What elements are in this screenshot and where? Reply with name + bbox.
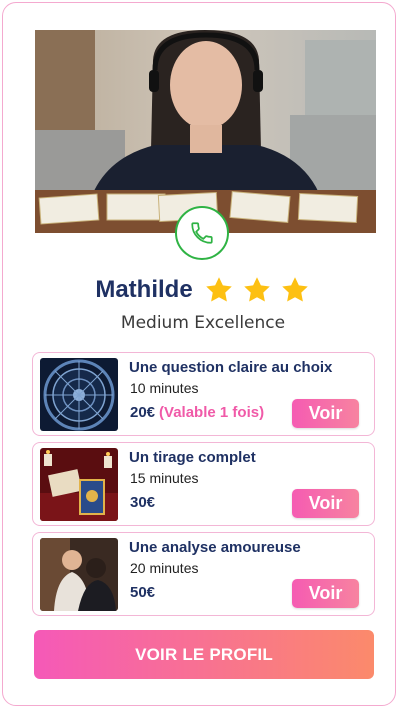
offer-price-line: 50€ <box>130 584 155 601</box>
offer-duration: 15 minutes <box>130 470 199 486</box>
offer-card: Une analyse amoureuse 20 minutes 50€ Voi… <box>32 532 375 616</box>
offer-card: Une question claire au choix 10 minutes … <box>32 352 375 436</box>
offer-price-line: 30€ <box>130 494 155 511</box>
offer-title: Un tirage complet <box>129 449 256 466</box>
offer-title: Une analyse amoureuse <box>129 539 301 556</box>
advisor-header: Mathilde <box>3 275 400 305</box>
offer-price: 20€ <box>130 404 156 421</box>
advisor-photo <box>35 30 376 233</box>
call-button[interactable] <box>175 206 229 260</box>
voir-button[interactable]: Voir <box>292 489 359 518</box>
offer-thumbnail <box>40 448 118 521</box>
star-icon <box>205 277 232 302</box>
advisor-subtitle: Medium Excellence <box>120 313 286 333</box>
star-icon <box>281 277 308 302</box>
offer-price: 50€ <box>130 584 156 601</box>
offer-thumbnail <box>40 538 118 611</box>
voir-button[interactable]: Voir <box>292 579 359 608</box>
offer-duration: 20 minutes <box>130 560 199 576</box>
offer-price: 30€ <box>130 494 156 511</box>
advisor-name: Mathilde <box>95 276 193 303</box>
view-profile-button[interactable]: VOIR LE PROFIL <box>34 630 374 679</box>
offer-duration: 10 minutes <box>130 380 199 396</box>
offer-note: (Valable 1 fois) <box>159 404 265 421</box>
voir-button[interactable]: Voir <box>292 399 359 428</box>
phone-icon <box>191 222 213 244</box>
advisor-photo-image <box>35 30 376 233</box>
offer-price-line: 20€ (Valable 1 fois) <box>130 404 264 421</box>
star-icon <box>243 277 270 302</box>
offer-title: Une question claire au choix <box>129 359 333 376</box>
offer-thumbnail <box>40 358 118 431</box>
offer-card: Un tirage complet 15 minutes 30€ Voir <box>32 442 375 526</box>
advisor-card: Mathilde Medium Excellence Une question … <box>2 2 396 706</box>
